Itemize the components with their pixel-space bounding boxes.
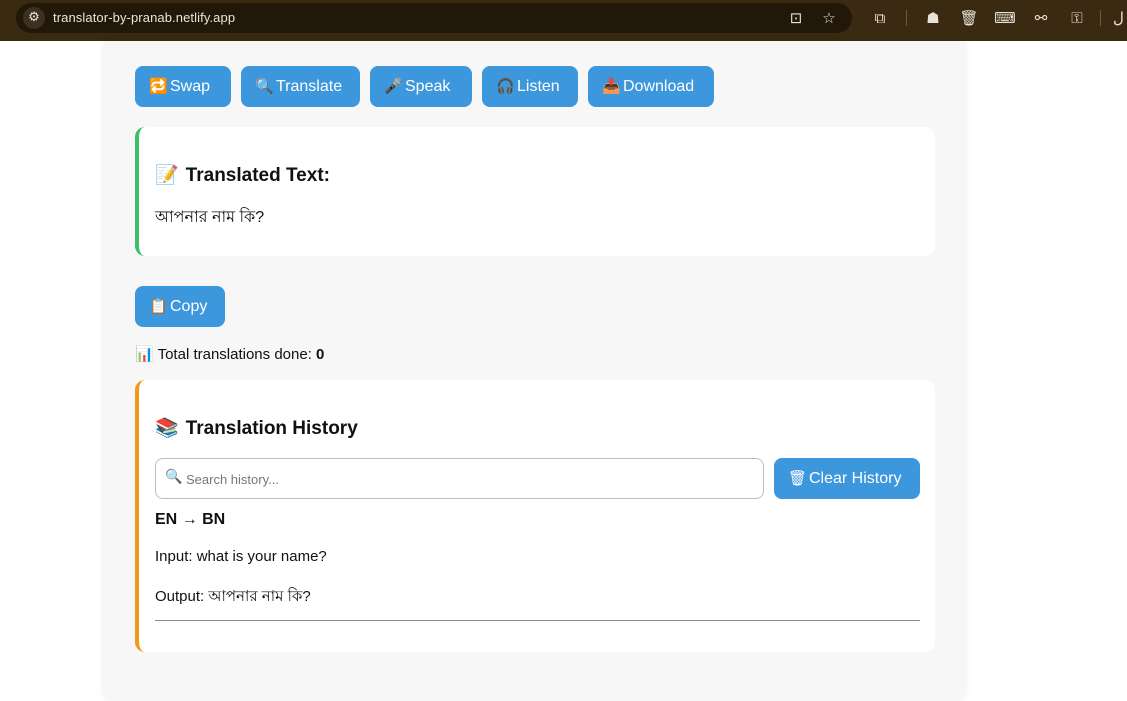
translated-output: আপনার নাম কি? — [155, 209, 265, 226]
translate-button[interactable]: 🔍 Translate — [241, 66, 360, 107]
microphone-icon: 🎤 — [384, 77, 403, 95]
toolbar-divider — [906, 10, 907, 26]
address-bar[interactable]: ⚙ translator-by-pranab.netlify.app ⊡ ☆ — [16, 3, 852, 33]
url-text[interactable]: translator-by-pranab.netlify.app — [53, 10, 235, 25]
swap-button[interactable]: 🔁 Swap — [135, 66, 231, 107]
incognito-icon[interactable]: ☗ — [922, 8, 944, 28]
history-entry-input: Input: what is your name? — [155, 548, 327, 565]
translated-title-text: Translated Text: — [185, 165, 330, 186]
star-icon[interactable]: ☆ — [819, 8, 839, 28]
trash-icon[interactable]: 🗑 — [958, 8, 980, 28]
download-label: Download — [623, 78, 695, 95]
translated-panel — [135, 127, 935, 256]
history-search[interactable]: 🔍 — [155, 458, 764, 499]
bar-chart-icon: 📊 — [135, 345, 154, 363]
swap-arrows-icon: 🔁 — [149, 77, 168, 95]
wastebasket-icon: 🗑 — [788, 469, 808, 487]
puzzle-icon[interactable]: ⧉ — [869, 8, 891, 28]
search-icon: 🔍 — [165, 469, 183, 485]
headphones-icon: 🎧 — [496, 77, 515, 95]
listen-button[interactable]: 🎧 Listen — [482, 66, 578, 107]
download-tray-icon: 📥 — [602, 77, 621, 95]
history-title-text: Translation History — [185, 418, 358, 439]
history-entry-output: Output: আপনার নাম কি? — [155, 588, 311, 605]
profile-glyph[interactable]: ل — [1110, 8, 1127, 28]
toolbar-divider — [1100, 10, 1101, 26]
search-input[interactable] — [186, 468, 746, 490]
download-button[interactable]: 📥 Download — [588, 66, 714, 107]
speak-label: Speak — [405, 78, 451, 95]
counter-label: Total translations done: — [157, 346, 312, 363]
clear-history-label: Clear History — [809, 470, 902, 487]
clipboard-icon: 📋 — [149, 297, 168, 315]
books-icon: 📚 — [155, 417, 179, 439]
browser-toolbar: ⚙ translator-by-pranab.netlify.app ⊡ ☆ ⧉… — [0, 0, 1127, 41]
clear-history-button[interactable]: 🗑 Clear History — [774, 458, 920, 499]
listen-label: Listen — [517, 78, 560, 95]
memo-icon: 📝 — [155, 164, 179, 186]
translation-counter: 📊 Total translations done: 0 — [135, 345, 324, 363]
translated-title: 📝 Translated Text: — [155, 163, 330, 187]
history-title: 📚 Translation History — [155, 416, 358, 440]
tune-icon[interactable]: ⚙ — [23, 7, 45, 29]
copy-label: Copy — [170, 298, 208, 315]
copy-button[interactable]: 📋 Copy — [135, 286, 225, 327]
counter-value: 0 — [316, 346, 325, 363]
install-app-icon[interactable]: ⊡ — [786, 8, 806, 28]
link-icon[interactable]: ⚯ — [1030, 8, 1052, 28]
magnifier-icon: 🔍 — [255, 77, 274, 95]
swap-label: Swap — [170, 78, 211, 95]
key-icon[interactable]: ⚿ — [1066, 8, 1088, 28]
translate-label: Translate — [276, 78, 343, 95]
history-entry-divider — [155, 620, 920, 621]
speak-button[interactable]: 🎤 Speak — [370, 66, 472, 107]
history-entry-pair: EN → BN — [155, 511, 226, 528]
translate-page-icon[interactable]: ⌨ — [994, 8, 1016, 28]
